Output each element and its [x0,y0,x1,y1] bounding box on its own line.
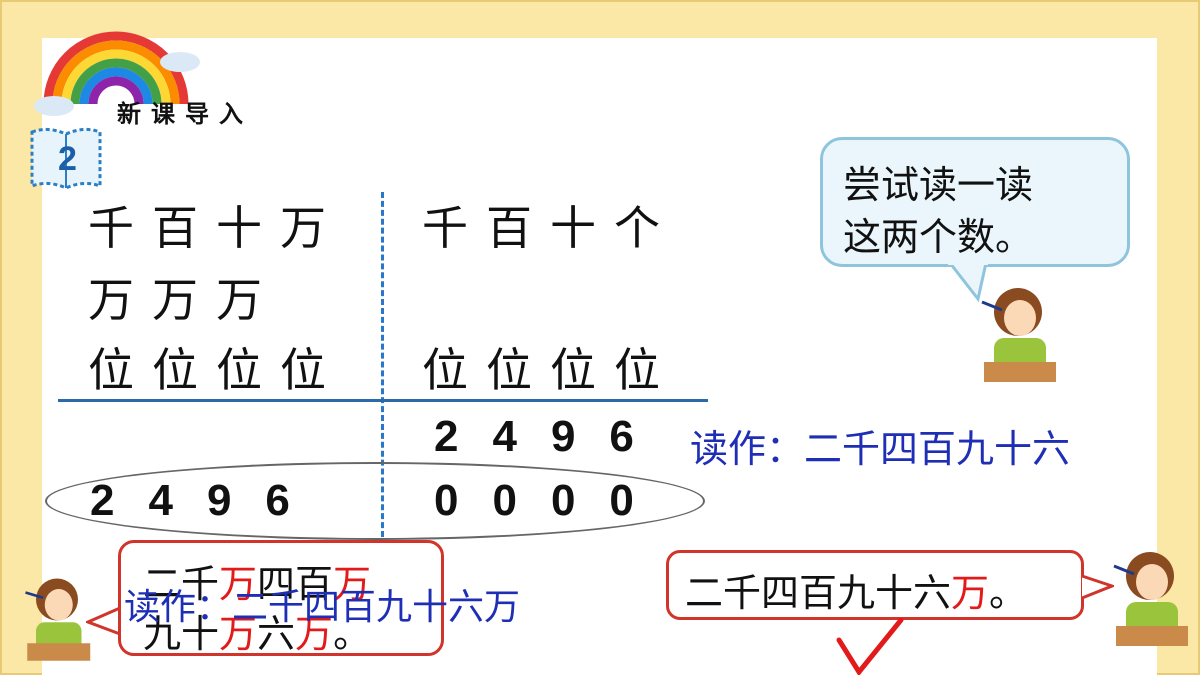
correct-wan: 万 [951,571,990,615]
prompt-line-1: 尝试读一读 [843,163,1034,207]
right-header-row3: 位位位位 [422,343,678,397]
section-title: 新课导入 [117,100,253,128]
number-large-left: 2496 [90,476,324,525]
correct-part: 。 [989,571,1028,615]
left-box-tail [86,606,121,636]
girl-thinking-illustration [981,288,1056,382]
number-large-right: 0000 [434,476,668,525]
number-small: 2496 [434,412,668,461]
correct-part: 二千四百九十六 [685,571,952,615]
prompt-bubble: 尝试读一读 这两个数。 [820,137,1130,267]
prompt-line-2: 这两个数。 [843,215,1034,259]
reading-small: 读作：二千四百九十六 [690,427,1071,471]
table-rule [58,399,708,402]
checkmark-icon [836,618,904,675]
girl-left-illustration [25,578,91,661]
right-header-row1: 千百十个 [422,201,678,255]
left-header-row3: 位位位位 [88,343,344,397]
correct-reading-box: 二千四百九十六万。 [666,550,1084,620]
correct-line: 二千四百九十六万。 [685,562,1027,617]
left-header-row1: 千百十万 [88,201,344,255]
right-box-tail [1081,574,1114,600]
left-header-row2: 万万万 [88,273,280,327]
girl-right-illustration [1113,552,1188,646]
reading-large: 读作：二千四百九十六万 [124,587,521,628]
page-badge: 2 [58,140,77,178]
